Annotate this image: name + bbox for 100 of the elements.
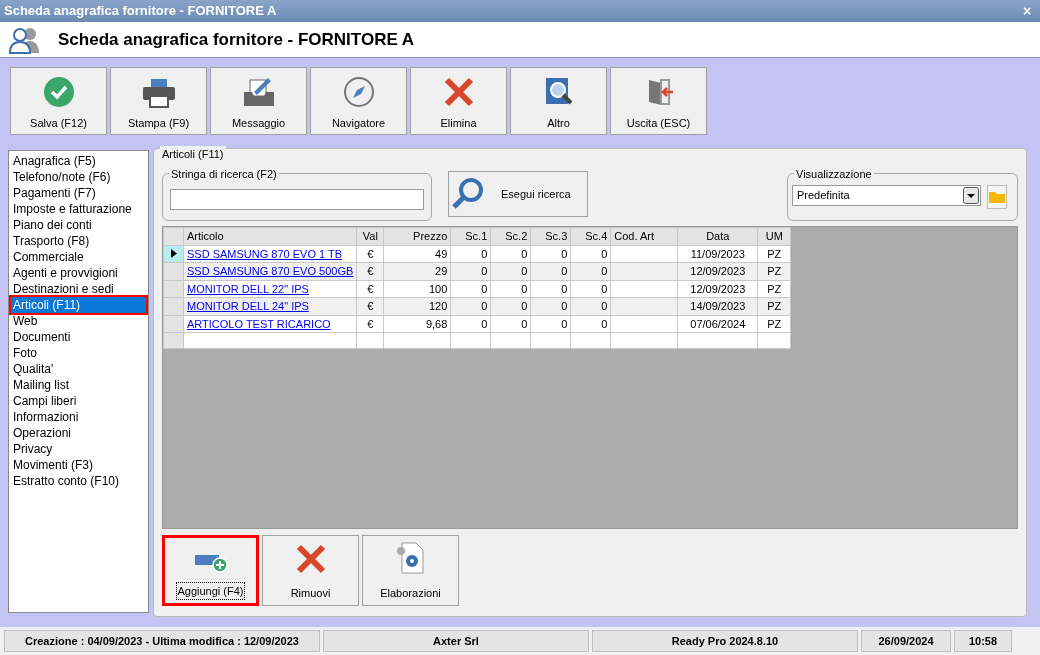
column-header[interactable]: Cod. Art [610, 227, 678, 245]
sidebar-item[interactable]: Imposte e fatturazione [11, 201, 146, 217]
table-cell: 0 [490, 262, 531, 280]
table-cell: PZ [757, 297, 791, 315]
table-cell: 0 [530, 315, 571, 333]
window-title: Scheda anagrafica fornitore - FORNITORE A [4, 2, 277, 21]
sidebar-item[interactable]: Estratto conto (F10) [11, 473, 146, 489]
dropdown-caret-icon [963, 187, 979, 204]
column-header[interactable]: Data [677, 227, 758, 245]
table-cell: 0 [570, 315, 611, 333]
sidebar-item[interactable]: Commerciale [11, 249, 146, 265]
table-cell: € [356, 315, 384, 333]
table-cell: 0 [530, 262, 571, 280]
sidebar-item[interactable]: Privacy [11, 441, 146, 457]
table-cell: 0 [530, 245, 571, 263]
view-dropdown[interactable]: Predefinita [792, 185, 981, 206]
column-header[interactable]: Sc.2 [490, 227, 531, 245]
table-cell: 0 [450, 315, 491, 333]
article-link[interactable]: SSD SAMSUNG 870 EVO 1 TB [183, 245, 357, 263]
article-link[interactable]: MONITOR DELL 22" IPS [183, 280, 357, 298]
sidebar-item[interactable]: Telefono/note (F6) [11, 169, 146, 185]
table-cell: 12/09/2023 [677, 280, 758, 298]
inbox-pen-icon [241, 75, 276, 108]
sidebar-item[interactable]: Web [11, 313, 146, 329]
table-cell [610, 280, 678, 298]
table-cell: 120 [383, 297, 451, 315]
table-cell: 0 [450, 297, 491, 315]
search-icon [451, 177, 485, 211]
folder-icon [989, 191, 1005, 203]
column-header[interactable]: Val [356, 227, 384, 245]
sidebar-item[interactable]: Campi liberi [11, 393, 146, 409]
table-cell: 11/09/2023 [677, 245, 758, 263]
table-cell: 0 [490, 280, 531, 298]
table-cell: € [356, 280, 384, 298]
table-cell: PZ [757, 262, 791, 280]
sidebar-item[interactable]: Anagrafica (F5) [11, 153, 146, 169]
action-button[interactable]: Aggiungi (F4) [162, 535, 259, 606]
table-cell: 0 [490, 315, 531, 333]
toolbar-button[interactable]: Elimina [410, 67, 507, 135]
status-field: 26/09/2024 [861, 630, 951, 652]
column-header[interactable]: Sc.4 [570, 227, 611, 245]
status-field: 10:58 [954, 630, 1012, 652]
compass-icon [342, 75, 375, 108]
action-button[interactable]: Elaborazioni [362, 535, 459, 606]
sidebar-item[interactable]: Movimenti (F3) [11, 457, 146, 473]
sidebar-item[interactable]: Documenti [11, 329, 146, 345]
table-cell: 0 [570, 280, 611, 298]
toolbar-button[interactable]: Navigatore [310, 67, 407, 135]
sidebar-item[interactable]: Trasporto (F8) [11, 233, 146, 249]
table-cell: 0 [450, 245, 491, 263]
table-cell: 07/06/2024 [677, 315, 758, 333]
toolbar-button[interactable]: Salva (F12) [10, 67, 107, 135]
column-header[interactable]: Prezzo [383, 227, 451, 245]
table-cell: 0 [450, 280, 491, 298]
table-cell: 0 [490, 297, 531, 315]
sidebar-item[interactable]: Foto [11, 345, 146, 361]
sidebar-item[interactable]: Operazioni [11, 425, 146, 441]
sidebar-item[interactable]: Qualita' [11, 361, 146, 377]
table-cell: € [356, 297, 384, 315]
table-cell: 0 [570, 262, 611, 280]
status-field: Axter Srl [323, 630, 589, 652]
article-link[interactable]: SSD SAMSUNG 870 EVO 500GB [183, 262, 357, 280]
table-cell [610, 262, 678, 280]
column-header[interactable]: Sc.3 [530, 227, 571, 245]
sidebar-item[interactable]: Destinazioni e sedi [11, 281, 146, 297]
toolbar-button[interactable]: Messaggio [210, 67, 307, 135]
status-field: Creazione : 04/09/2023 - Ultima modifica : 12/09/2023 [4, 630, 320, 652]
status-field: Ready Pro 2024.8.10 [592, 630, 858, 652]
toolbar-button[interactable]: Uscita (ESC) [610, 67, 707, 135]
article-link[interactable]: MONITOR DELL 24" IPS [183, 297, 357, 315]
column-header[interactable]: Articolo [183, 227, 357, 245]
document-gears-icon [395, 540, 426, 575]
sidebar-item[interactable]: Mailing list [11, 377, 146, 393]
table-cell [610, 297, 678, 315]
printer-icon [141, 77, 176, 108]
table-cell: 0 [530, 297, 571, 315]
check-circle-icon [42, 75, 75, 108]
sidebar-item[interactable]: Agenti e provvigioni [11, 265, 146, 281]
sidebar-item[interactable]: Informazioni [11, 409, 146, 425]
close-icon [294, 542, 327, 575]
search-button[interactable]: Esegui ricerca [448, 171, 588, 217]
close-icon [442, 75, 475, 108]
folder-button[interactable] [987, 185, 1007, 209]
sidebar-item[interactable]: Articoli (F11) [11, 297, 146, 313]
table-cell: 0 [570, 297, 611, 315]
article-link[interactable]: ARTICOLO TEST RICARICO [183, 315, 357, 333]
group-title: Articoli (F11) [160, 146, 226, 163]
sidebar-item[interactable]: Piano dei conti [11, 217, 146, 233]
toolbar-button[interactable]: Stampa (F9) [110, 67, 207, 135]
column-header[interactable]: Sc.1 [450, 227, 491, 245]
toolbar-button[interactable]: Altro [510, 67, 607, 135]
action-button[interactable]: Rimuovi [262, 535, 359, 606]
table-cell: € [356, 262, 384, 280]
column-header[interactable]: UM [757, 227, 791, 245]
table-cell: 0 [490, 245, 531, 263]
table-cell: 100 [383, 280, 451, 298]
table-cell: 12/09/2023 [677, 262, 758, 280]
sidebar-item[interactable]: Pagamenti (F7) [11, 185, 146, 201]
search-field[interactable] [170, 189, 424, 210]
table-cell: PZ [757, 245, 791, 263]
